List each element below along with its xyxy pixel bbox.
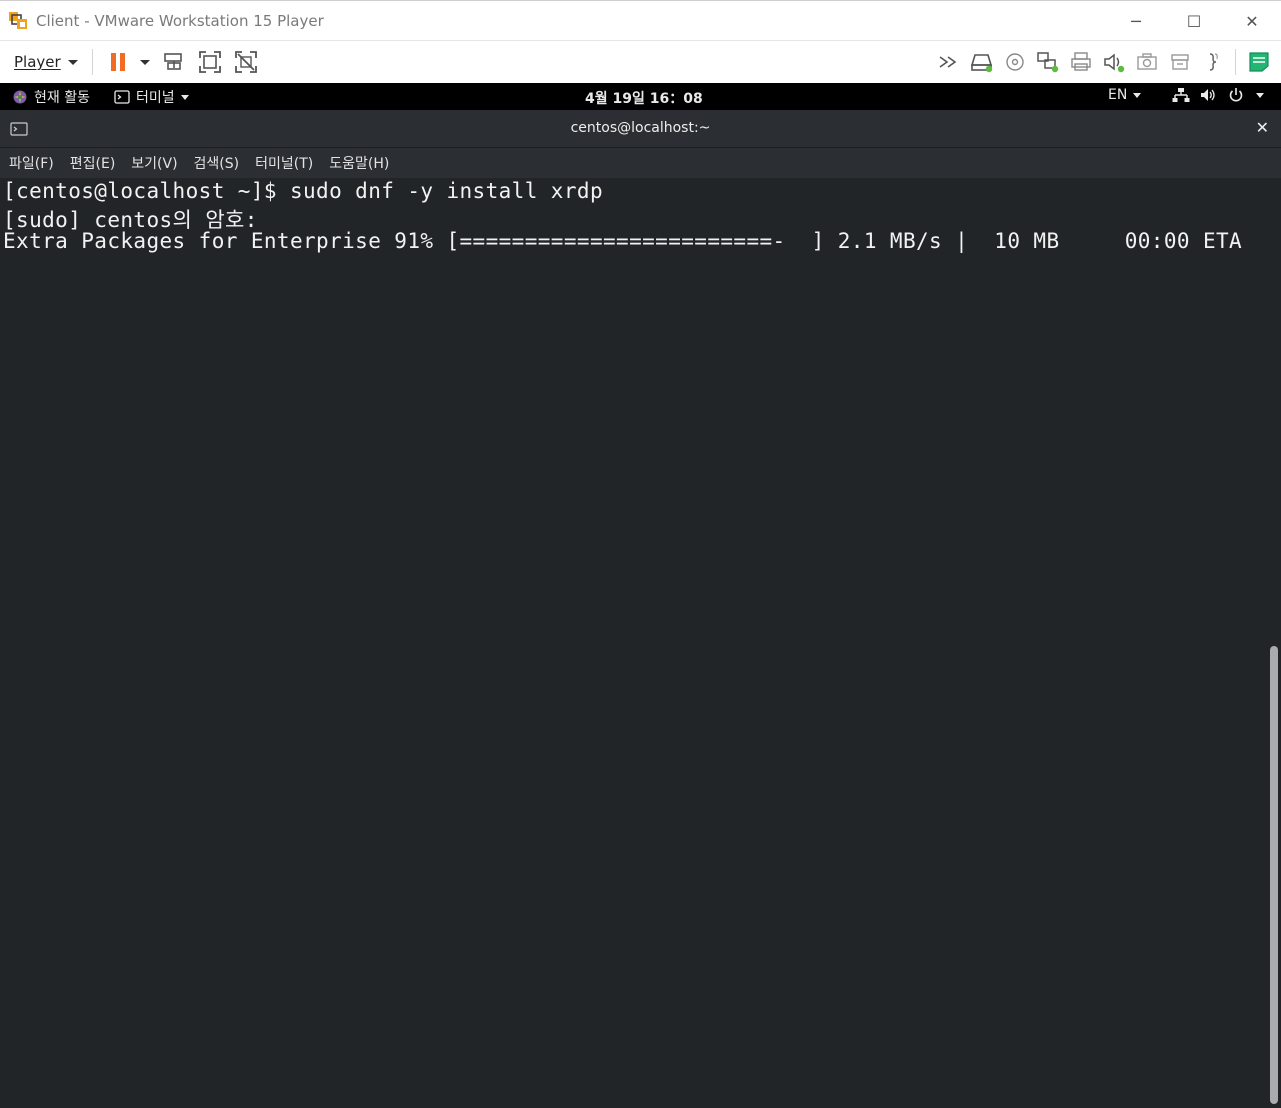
gnome-top-bar: 현재 활동 터미널 4월 19일 16：08 EN xyxy=(0,83,1281,110)
clock[interactable]: 4월 19일 16：08 xyxy=(585,88,703,108)
terminal-menubar: 파일(F) 편집(E) 보기(V) 검색(S) 터미널(T) 도움말(H) xyxy=(0,147,1281,178)
fit-window-icon xyxy=(198,51,221,73)
language-label: EN xyxy=(1108,87,1128,103)
app-menu-label: 터미널 xyxy=(136,90,175,106)
chevron-down-icon xyxy=(1256,92,1264,98)
terminal-close-button[interactable]: ✕ xyxy=(1256,118,1269,137)
vmware-toolbar: Player xyxy=(0,40,1281,83)
unity-mode-button[interactable] xyxy=(231,47,261,77)
menu-view[interactable]: 보기(V) xyxy=(131,153,177,173)
menu-edit[interactable]: 편집(E) xyxy=(70,153,116,173)
terminal-output[interactable]: [centos@localhost ~]$ sudo dnf -y instal… xyxy=(0,178,1281,1108)
close-button[interactable]: ✕ xyxy=(1223,1,1281,41)
camera-icon xyxy=(1136,53,1157,70)
volume-icon xyxy=(1201,89,1215,101)
send-ctrl-alt-del-button[interactable] xyxy=(159,47,189,77)
curly-brace-icon xyxy=(1209,53,1218,71)
maximize-button[interactable]: ☐ xyxy=(1165,1,1223,41)
input-language-button[interactable]: EN xyxy=(1108,87,1142,103)
speaker-icon xyxy=(1103,53,1124,73)
network-adapter-device-button[interactable] xyxy=(1033,47,1063,77)
app-menu-button[interactable]: 터미널 xyxy=(114,87,189,107)
fit-guest-button[interactable] xyxy=(195,47,225,77)
activities-button[interactable]: 현재 활동 xyxy=(12,87,90,107)
player-menu-label: Player xyxy=(14,53,61,71)
cd-dvd-device-button[interactable] xyxy=(1000,47,1030,77)
chevron-down-icon xyxy=(1133,92,1142,98)
notes-button[interactable] xyxy=(1244,47,1274,77)
window-title: Client - VMware Workstation 15 Player xyxy=(36,11,324,30)
menu-file[interactable]: 파일(F) xyxy=(9,153,54,173)
terminal-line: Extra Packages for Enterprise 91% [=====… xyxy=(3,229,1243,253)
toolbar-divider xyxy=(91,49,93,75)
chevron-down-icon xyxy=(180,94,189,100)
hard-disk-icon xyxy=(970,54,992,73)
double-chevron-right-icon xyxy=(939,56,956,68)
sound-card-device-button[interactable] xyxy=(1099,47,1129,77)
more-devices-button[interactable] xyxy=(934,47,964,77)
activities-icon xyxy=(13,90,27,104)
activities-label: 현재 활동 xyxy=(34,90,90,106)
power-icon xyxy=(1229,88,1243,102)
toolbar-divider xyxy=(1235,49,1236,75)
hard-disk-device-button[interactable] xyxy=(967,47,997,77)
network-adapter-icon xyxy=(1036,52,1058,73)
terminal-title: centos@localhost:~ xyxy=(570,120,711,136)
window-titlebar: Client - VMware Workstation 15 Player ─ … xyxy=(0,0,1281,40)
menu-terminal[interactable]: 터미널(T) xyxy=(255,153,313,173)
chevron-down-icon xyxy=(139,59,150,65)
terminal-line: [centos@localhost ~]$ sudo dnf -y instal… xyxy=(3,179,603,203)
vmware-logo-icon xyxy=(8,10,30,32)
system-status-menu[interactable] xyxy=(1172,87,1264,103)
power-options-dropdown[interactable] xyxy=(137,47,153,77)
menu-search[interactable]: 검색(S) xyxy=(194,153,240,173)
network-wired-icon xyxy=(1172,88,1190,102)
menu-help[interactable]: 도움말(H) xyxy=(329,153,389,173)
ctrl-alt-del-icon xyxy=(163,53,182,70)
terminal-headerbar: centos@localhost:~ ✕ xyxy=(0,110,1281,147)
notes-icon xyxy=(1248,52,1269,72)
printer-icon xyxy=(1070,52,1091,71)
chevron-down-icon xyxy=(67,59,78,65)
pause-button[interactable] xyxy=(104,47,134,77)
cd-icon xyxy=(1005,53,1024,71)
unity-icon xyxy=(234,51,257,73)
usb-icon xyxy=(1170,54,1189,70)
camera-device-button[interactable] xyxy=(1132,47,1162,77)
printer-device-button[interactable] xyxy=(1066,47,1096,77)
terminal-scrollbar-thumb[interactable] xyxy=(1270,646,1278,1104)
usb-device-button[interactable] xyxy=(1165,47,1195,77)
player-menu-button[interactable]: Player xyxy=(8,47,84,77)
minimize-button[interactable]: ─ xyxy=(1107,1,1165,41)
pause-icon xyxy=(110,53,125,71)
terminal-icon xyxy=(114,90,130,104)
message-log-button[interactable] xyxy=(1198,47,1228,77)
